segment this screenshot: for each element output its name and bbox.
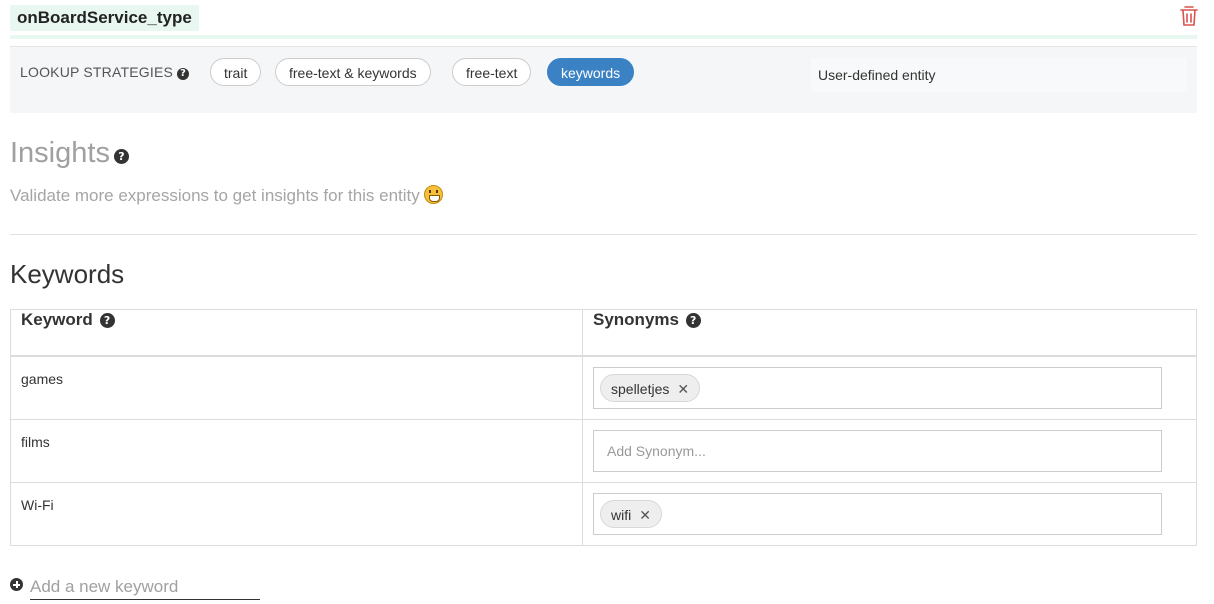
lookup-strategies-label: LOOKUP STRATEGIES ? <box>20 64 190 80</box>
plus-circle-icon[interactable] <box>10 578 23 591</box>
section-divider <box>10 234 1197 235</box>
strategy-free-text[interactable]: free-text <box>452 58 532 86</box>
entity-name[interactable]: onBoardService_type <box>10 5 199 31</box>
entity-type-field[interactable]: User-defined entity <box>811 58 1187 92</box>
add-synonym-input[interactable] <box>594 430 1161 471</box>
synonyms-input-box[interactable]: wifi ✕ <box>593 492 1162 535</box>
keywords-table: Keyword ? Synonyms ? games spelletjes ✕ f… <box>10 309 1197 546</box>
strategy-keywords[interactable]: keywords <box>547 58 635 86</box>
synonyms-cell: spelletjes ✕ <box>582 355 1197 420</box>
question-circle-icon[interactable]: ? <box>113 149 129 164</box>
synonym-tag: wifi ✕ <box>600 499 662 530</box>
close-icon[interactable]: ✕ <box>677 376 689 404</box>
synonyms-cell <box>582 418 1197 483</box>
question-circle-icon[interactable]: ? <box>99 313 115 328</box>
close-icon[interactable]: ✕ <box>639 502 651 530</box>
strategy-trait[interactable]: trait <box>210 58 262 86</box>
table-row: films <box>10 418 1197 483</box>
keyword-column-header: Keyword ? <box>10 309 583 357</box>
grinning-face-icon <box>423 185 443 204</box>
table-row: games spelletjes ✕ <box>10 355 1197 420</box>
lookup-strategies-panel: LOOKUP STRATEGIES ? trait free-text & ke… <box>10 46 1197 113</box>
trash-icon[interactable] <box>1179 5 1199 27</box>
table-row: Wi-Fi wifi ✕ <box>10 481 1197 546</box>
insights-subtitle: Validate more expressions to get insight… <box>10 185 443 206</box>
synonyms-cell: wifi ✕ <box>582 481 1197 546</box>
synonyms-input-box[interactable]: spelletjes ✕ <box>593 367 1162 409</box>
keywords-heading: Keywords <box>10 259 125 289</box>
question-circle-icon[interactable]: ? <box>685 313 701 328</box>
keyword-cell[interactable]: films <box>10 418 583 483</box>
synonym-tag: spelletjes ✕ <box>600 374 701 404</box>
synonyms-input-box <box>593 429 1162 472</box>
table-header-row: Keyword ? Synonyms ? <box>10 309 1197 357</box>
header-stripe <box>10 35 1197 39</box>
strategy-free-text-keywords[interactable]: free-text & keywords <box>275 58 431 86</box>
question-circle-icon[interactable]: ? <box>177 68 190 80</box>
synonyms-column-header: Synonyms ? <box>582 309 1197 357</box>
entity-header: onBoardService_type <box>10 5 1199 41</box>
add-keyword-input[interactable] <box>30 575 260 600</box>
insights-heading: Insights? <box>10 137 129 170</box>
keyword-cell[interactable]: games <box>10 355 583 420</box>
keyword-cell[interactable]: Wi-Fi <box>10 481 583 546</box>
